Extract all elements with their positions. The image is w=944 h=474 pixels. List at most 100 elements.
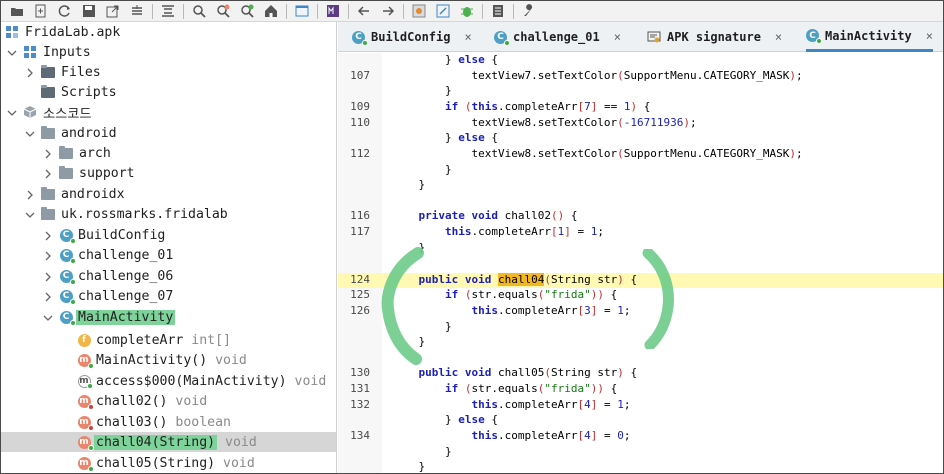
save-icon[interactable] (79, 2, 99, 20)
tree-member[interactable]: f completeArr int[] (1, 330, 336, 350)
search-usage-icon[interactable] (237, 2, 257, 20)
code-line[interactable]: 131 if (str.equals("frida")) { (338, 382, 943, 397)
chevron-down-icon[interactable] (7, 47, 17, 57)
code-line[interactable]: } else { (338, 53, 943, 68)
tree-member[interactable]: m access$000(MainActivity) void (1, 371, 336, 391)
tree-member[interactable]: m chall05(String) void (1, 453, 336, 473)
close-icon[interactable]: × (614, 30, 621, 44)
chevron-down-icon[interactable] (25, 209, 35, 219)
code-line[interactable] (338, 194, 943, 209)
tree-member-selected[interactable]: m chall04(String) void (1, 432, 336, 452)
code-line[interactable]: 132 this.completeArr[4] = 1; (338, 398, 943, 413)
refresh-icon[interactable] (55, 2, 75, 20)
code-line[interactable] (338, 351, 943, 366)
tree-item-label: androidx (61, 186, 125, 202)
close-icon[interactable]: × (775, 30, 782, 44)
code-line[interactable]: 107 textView7.setTextColor(SupportMenu.C… (338, 69, 943, 84)
wrench-icon[interactable] (519, 2, 539, 20)
code-text: } else { (392, 131, 498, 144)
chevron-right-icon[interactable] (43, 291, 53, 302)
tab-challenge-01[interactable]: C challenge_01 × (494, 22, 621, 52)
code-line[interactable]: 112 textView8.setTextColor(SupportMenu.C… (338, 147, 943, 162)
code-line[interactable]: } (338, 445, 943, 460)
forward-icon[interactable] (378, 2, 398, 20)
chevron-right-icon[interactable] (43, 230, 53, 241)
chevron-down-icon[interactable] (7, 107, 17, 117)
chevron-right-icon[interactable] (43, 168, 53, 179)
tree-item-class[interactable]: C challenge_01 (1, 245, 336, 265)
search-icon[interactable] (189, 2, 209, 20)
bytecode-icon[interactable] (323, 2, 343, 20)
window-icon[interactable] (292, 2, 312, 20)
add-file-icon[interactable] (31, 2, 51, 20)
code-line[interactable]: 116 private void chall02() { (338, 209, 943, 224)
close-icon[interactable]: × (926, 29, 933, 43)
code-editor[interactable]: } else {107 textView7.setTextColor(Suppo… (338, 53, 943, 473)
member-label: chall02() void (96, 393, 208, 409)
settings-gear-icon[interactable] (409, 2, 429, 20)
tree-item-support[interactable]: support (1, 163, 336, 183)
files-folder-icon (41, 64, 55, 79)
code-line[interactable]: } (338, 178, 943, 193)
search-class-icon[interactable] (213, 2, 233, 20)
code-line[interactable]: 117 this.completeArr[1] = 1; (338, 225, 943, 240)
scripts-folder-icon (41, 84, 55, 99)
tree-member[interactable]: m chall03() boolean (1, 412, 336, 432)
code-line[interactable]: } (338, 163, 943, 178)
package-folder-icon (59, 145, 73, 160)
tab-apk-signature[interactable]: APK signature × (647, 22, 782, 52)
code-text: } (392, 445, 452, 458)
tree-item-class[interactable]: C BuildConfig (1, 225, 336, 245)
code-text: } (392, 460, 426, 473)
chevron-right-icon[interactable] (25, 189, 35, 200)
home-icon[interactable] (261, 2, 281, 20)
code-line[interactable]: 130 public void chall05(String str) { (338, 366, 943, 381)
sync-tree-icon[interactable] (127, 2, 147, 20)
chevron-down-icon[interactable] (43, 312, 53, 322)
tab-buildconfig[interactable]: C BuildConfig × (352, 22, 472, 52)
tree-item-files[interactable]: Files (1, 62, 336, 82)
chevron-right-icon[interactable] (43, 271, 53, 282)
method-icon: m (77, 394, 94, 410)
export-icon[interactable] (103, 2, 123, 20)
code-line[interactable]: 134 this.completeArr[4] = 0; (338, 429, 943, 444)
chevron-right-icon[interactable] (25, 67, 35, 78)
tree-item-inputs[interactable]: Inputs (1, 42, 336, 62)
code-line[interactable]: 109 if (this.completeArr[7] == 1) { (338, 100, 943, 115)
tree-item-class[interactable]: C challenge_06 (1, 266, 336, 286)
tree-item-class[interactable]: C challenge_07 (1, 286, 336, 306)
chevron-down-icon[interactable] (25, 128, 35, 138)
tab-mainactivity[interactable]: C MainActivity × (806, 22, 933, 52)
code-text: } (392, 163, 452, 176)
debug-bug-icon[interactable] (457, 2, 477, 20)
tree-item-class-selected[interactable]: C MainActivity (1, 307, 336, 327)
tree-item-android[interactable]: android (1, 123, 336, 143)
line-number: 126 (350, 304, 370, 317)
close-icon[interactable]: × (464, 30, 471, 44)
code-text: if (str.equals("frida")) { (444, 382, 618, 395)
log-icon[interactable] (488, 2, 508, 20)
tree-member[interactable]: m chall02() void (1, 391, 336, 411)
code-line[interactable]: } (338, 84, 943, 99)
code-line[interactable]: 110 textView8.setTextColor(-16711936); (338, 116, 943, 131)
tree-root[interactable]: FridaLab.apk (1, 22, 336, 42)
code-line[interactable]: } else { (338, 413, 943, 428)
code-line[interactable]: } (338, 460, 943, 473)
member-label: access$000(MainActivity) void (96, 373, 327, 389)
tree-item-scripts[interactable]: Scripts (1, 82, 336, 102)
decompile-icon[interactable] (433, 2, 453, 20)
flatten-icon[interactable] (158, 2, 178, 20)
code-text: textView8.setTextColor(SupportMenu.CATEG… (392, 147, 803, 160)
code-text: if (this.completeArr[7] == 1) { (444, 100, 651, 113)
chevron-right-icon[interactable] (43, 148, 53, 159)
back-icon[interactable] (354, 2, 374, 20)
chevron-right-icon[interactable] (43, 250, 53, 261)
code-line[interactable]: } else { (338, 131, 943, 146)
open-folder-icon[interactable] (7, 2, 27, 20)
tree-item-source-code[interactable]: 소스코드 (1, 102, 336, 122)
tree-member[interactable]: m MainActivity() void (1, 350, 336, 370)
tree-item-arch[interactable]: arch (1, 143, 336, 163)
tree-item-package[interactable]: uk.rossmarks.fridalab (1, 204, 336, 224)
tree-item-androidx[interactable]: androidx (1, 184, 336, 204)
class-icon: C (59, 248, 76, 264)
